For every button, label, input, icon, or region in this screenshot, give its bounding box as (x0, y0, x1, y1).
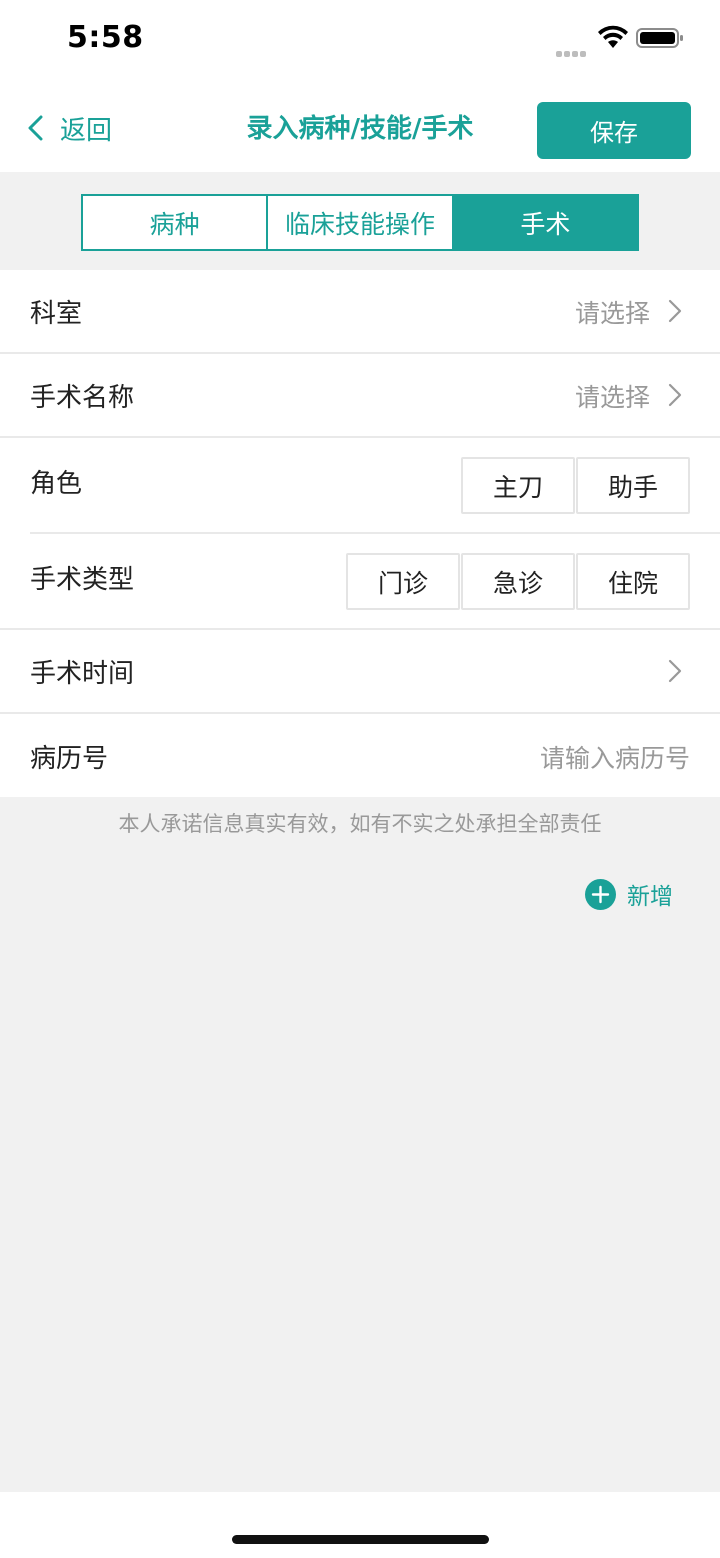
chevron-left-icon (28, 115, 43, 141)
back-button[interactable]: 返回 (26, 110, 112, 146)
battery-icon (636, 28, 683, 48)
page-title: 录入病种/技能/手术 (246, 114, 474, 144)
surgery-time-label: 手术时间 (30, 659, 135, 689)
nav-bar: 返回 录入病种/技能/手术 保存 (0, 84, 720, 172)
surgery-time-row[interactable]: 手术时间 (0, 630, 720, 712)
surgery-name-row[interactable]: 手术名称 请选择 (0, 354, 720, 436)
surgery-name-value: 请选择 (574, 383, 650, 412)
surgery-form: 科室 请选择 手术名称 请选择 角色 主刀 助手 手术类型 门诊 急诊 住院 手… (0, 270, 720, 797)
type-option-outpatient[interactable]: 门诊 (346, 553, 460, 610)
tab-clinical-skill[interactable]: 临床技能操作 (266, 196, 451, 249)
type-option-emergency[interactable]: 急诊 (461, 553, 575, 610)
commitment-notice: 本人承诺信息真实有效，如有不实之处承担全部责任 (118, 812, 602, 836)
role-option-assistant[interactable]: 助手 (576, 457, 690, 514)
chevron-right-icon (668, 383, 682, 407)
signal-icon (556, 42, 590, 57)
role-row: 角色 主刀 助手 (0, 438, 720, 532)
role-label: 角色 (30, 469, 83, 499)
status-time: 5:58 (67, 20, 144, 55)
status-bar: 5:58 (0, 0, 720, 84)
record-number-label: 病历号 (30, 744, 109, 774)
record-number-row: 病历号 请输入病历号 (0, 714, 720, 797)
add-button[interactable]: 新增 (585, 877, 673, 911)
home-indicator[interactable] (232, 1535, 489, 1544)
segment-area: 病种 临床技能操作 手术 (0, 172, 720, 270)
segmented-control: 病种 临床技能操作 手术 (81, 194, 639, 251)
surgery-name-label: 手术名称 (30, 383, 135, 413)
wifi-icon (598, 25, 628, 48)
chevron-right-icon (668, 299, 682, 323)
plus-circle-icon (585, 878, 616, 910)
tab-surgery[interactable]: 手术 (451, 196, 637, 249)
type-option-inpatient[interactable]: 住院 (576, 553, 690, 610)
tab-disease[interactable]: 病种 (83, 196, 266, 249)
role-option-surgeon[interactable]: 主刀 (461, 457, 575, 514)
record-number-input[interactable]: 请输入病历号 (540, 739, 690, 775)
add-label: 新增 (627, 884, 673, 910)
department-row[interactable]: 科室 请选择 (0, 270, 720, 352)
department-value: 请选择 (574, 299, 650, 328)
bottom-safe-area (0, 1492, 720, 1558)
save-button[interactable]: 保存 (537, 102, 691, 159)
department-label: 科室 (30, 299, 83, 329)
back-label: 返回 (60, 115, 113, 146)
surgery-type-row: 手术类型 门诊 急诊 住院 (0, 534, 720, 628)
surgery-type-label: 手术类型 (30, 565, 135, 595)
chevron-right-icon (668, 659, 682, 683)
